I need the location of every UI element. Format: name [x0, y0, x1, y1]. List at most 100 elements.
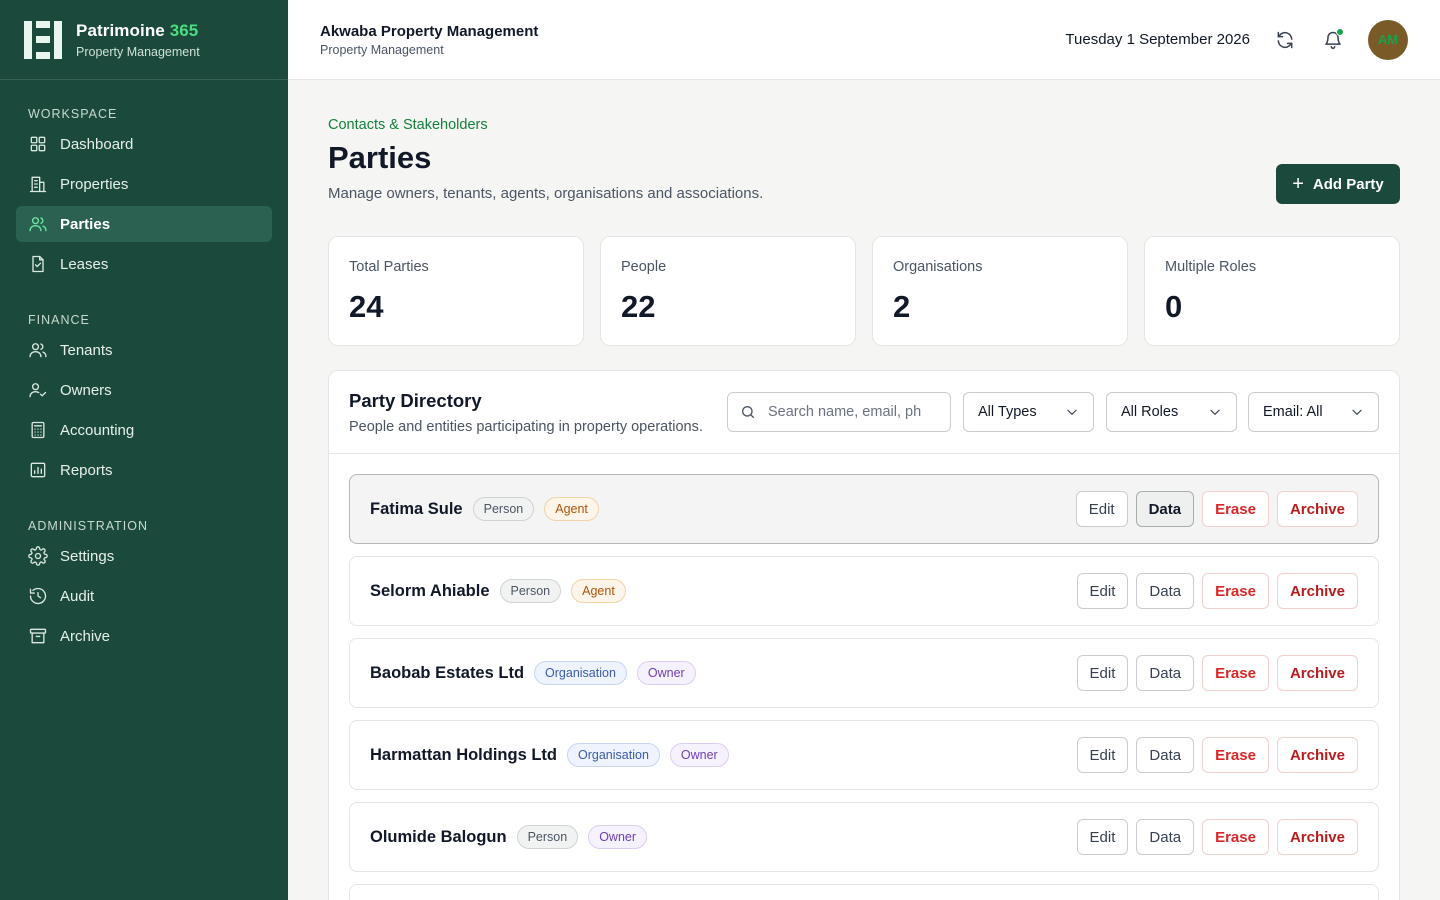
party-name: Olumide Balogun: [370, 827, 507, 846]
edit-button[interactable]: Edit: [1076, 573, 1129, 609]
data-button[interactable]: Data: [1136, 573, 1195, 609]
party-row[interactable]: Olumide Balogun Person Owner Edit Data E…: [349, 802, 1379, 872]
sidebar-item-label: Owners: [60, 381, 112, 399]
row-actions: Edit Data Erase Archive: [1076, 655, 1358, 691]
stat-card-multiple-roles: Multiple Roles 0: [1144, 236, 1400, 346]
stat-label: People: [621, 259, 667, 275]
sidebar-item-parties[interactable]: Parties: [16, 206, 272, 242]
party-directory: Party Directory People and entities part…: [328, 370, 1400, 900]
party-type-badge: Person: [472, 497, 535, 521]
building-icon: [28, 174, 48, 194]
breadcrumb[interactable]: Contacts & Stakeholders: [328, 117, 488, 133]
type-filter-value: All Types: [978, 404, 1037, 420]
sidebar-item-label: Archive: [60, 627, 111, 645]
add-party-button[interactable]: + Add Party: [1276, 164, 1400, 204]
sidebar-item-dashboard[interactable]: Dashboard: [16, 126, 272, 162]
sidebar-nav: WORKSPACE Dashboard Properties Parties L…: [0, 104, 288, 654]
search-icon: [742, 406, 754, 418]
party-row[interactable]: Harmattan Holdings Ltd Organisation Owne…: [349, 720, 1379, 790]
users-icon: [28, 214, 48, 234]
edit-button[interactable]: Edit: [1075, 491, 1128, 527]
refresh-button[interactable]: [1272, 27, 1298, 53]
archive-button[interactable]: Archive: [1276, 573, 1358, 609]
edit-button[interactable]: Edit: [1076, 819, 1129, 855]
sidebar: Patrimoine 365 Property Management WORKS…: [0, 0, 288, 900]
document-icon: [28, 254, 48, 274]
sidebar-item-settings[interactable]: Settings: [16, 538, 272, 574]
party-row[interactable]: Baobab Estates Ltd Organisation Owner Ed…: [349, 638, 1379, 708]
stats-row: Total Parties 24 People 22 Organisations…: [328, 236, 1400, 346]
edit-button[interactable]: Edit: [1076, 737, 1129, 773]
archive-icon: [28, 626, 48, 646]
erase-button[interactable]: Erase: [1202, 573, 1269, 609]
sidebar-item-label: Reports: [60, 461, 113, 479]
stat-value: 2: [893, 289, 911, 324]
sidebar-item-tenants[interactable]: Tenants: [16, 332, 272, 368]
archive-button[interactable]: Archive: [1276, 491, 1358, 527]
party-row[interactable]: Fatima Sule Person Agent Edit Data Erase…: [349, 474, 1379, 544]
stat-card-organisations: Organisations 2: [872, 236, 1128, 346]
topbar: Akwaba Property Management Property Mana…: [288, 0, 1440, 80]
calculator-icon: [28, 420, 48, 440]
stat-value: 22: [621, 289, 656, 324]
erase-button[interactable]: Erase: [1202, 737, 1269, 773]
sidebar-item-archive[interactable]: Archive: [16, 618, 272, 654]
party-list: Fatima Sule Person Agent Edit Data Erase…: [329, 454, 1399, 900]
brand-name-accent: 365: [169, 20, 199, 40]
party-row-partial: [349, 884, 1379, 900]
org-subtitle: Property Management: [320, 42, 444, 57]
chevron-down-icon: [1210, 409, 1220, 415]
archive-button[interactable]: Archive: [1276, 819, 1358, 855]
sidebar-item-leases[interactable]: Leases: [16, 246, 272, 282]
stat-value: 0: [1165, 289, 1183, 324]
stat-label: Total Parties: [349, 259, 429, 275]
erase-button[interactable]: Erase: [1202, 491, 1269, 527]
sidebar-item-reports[interactable]: Reports: [16, 452, 272, 488]
sidebar-item-label: Dashboard: [60, 135, 134, 153]
sidebar-item-owners[interactable]: Owners: [16, 372, 272, 408]
data-button[interactable]: Data: [1136, 737, 1195, 773]
page-description: Manage owners, tenants, agents, organisa…: [328, 185, 764, 202]
party-type-badge: Person: [516, 825, 579, 849]
archive-button[interactable]: Archive: [1276, 655, 1358, 691]
notifications-button[interactable]: [1320, 27, 1346, 53]
sidebar-item-label: Audit: [60, 587, 95, 605]
email-filter-select[interactable]: Email: All: [1248, 392, 1379, 432]
data-button[interactable]: Data: [1135, 491, 1195, 527]
avatar[interactable]: AM: [1368, 19, 1408, 60]
users-icon: [28, 340, 48, 360]
grid-icon: [28, 134, 48, 154]
party-row[interactable]: Selorm Ahiable Person Agent Edit Data Er…: [349, 556, 1379, 626]
edit-button[interactable]: Edit: [1076, 655, 1129, 691]
archive-button[interactable]: Archive: [1276, 737, 1358, 773]
plus-icon: +: [1292, 173, 1304, 195]
sidebar-item-audit[interactable]: Audit: [16, 578, 272, 614]
stat-label: Multiple Roles: [1165, 259, 1257, 275]
chevron-down-icon: [1067, 409, 1077, 415]
brand-logo-icon: [24, 20, 64, 59]
sidebar-item-properties[interactable]: Properties: [16, 166, 272, 202]
nav-section: FINANCE Tenants Owners Accounting Report…: [0, 310, 288, 488]
erase-button[interactable]: Erase: [1202, 819, 1269, 855]
data-button[interactable]: Data: [1136, 655, 1195, 691]
org-name: Akwaba Property Management: [320, 22, 539, 40]
role-filter-value: All Roles: [1121, 404, 1179, 420]
row-actions: Edit Data Erase Archive: [1075, 491, 1358, 527]
nav-section: WORKSPACE Dashboard Properties Parties L…: [0, 104, 288, 282]
add-party-label: Add Party: [1312, 175, 1384, 193]
directory-title: Party Directory: [349, 390, 482, 411]
gear-icon: [28, 546, 48, 566]
main-content: Contacts & Stakeholders Parties Manage o…: [288, 80, 1440, 900]
nav-heading: FINANCE: [28, 313, 90, 327]
type-filter-select[interactable]: All Types: [963, 392, 1094, 432]
directory-subtitle: People and entities participating in pro…: [349, 419, 703, 435]
chart-icon: [28, 460, 48, 480]
stat-label: Organisations: [893, 259, 983, 275]
erase-button[interactable]: Erase: [1202, 655, 1269, 691]
role-filter-select[interactable]: All Roles: [1106, 392, 1237, 432]
user-check-icon: [28, 380, 48, 400]
stat-value: 24: [349, 289, 384, 324]
sidebar-item-accounting[interactable]: Accounting: [16, 412, 272, 448]
data-button[interactable]: Data: [1136, 819, 1195, 855]
search-input[interactable]: [768, 404, 938, 420]
